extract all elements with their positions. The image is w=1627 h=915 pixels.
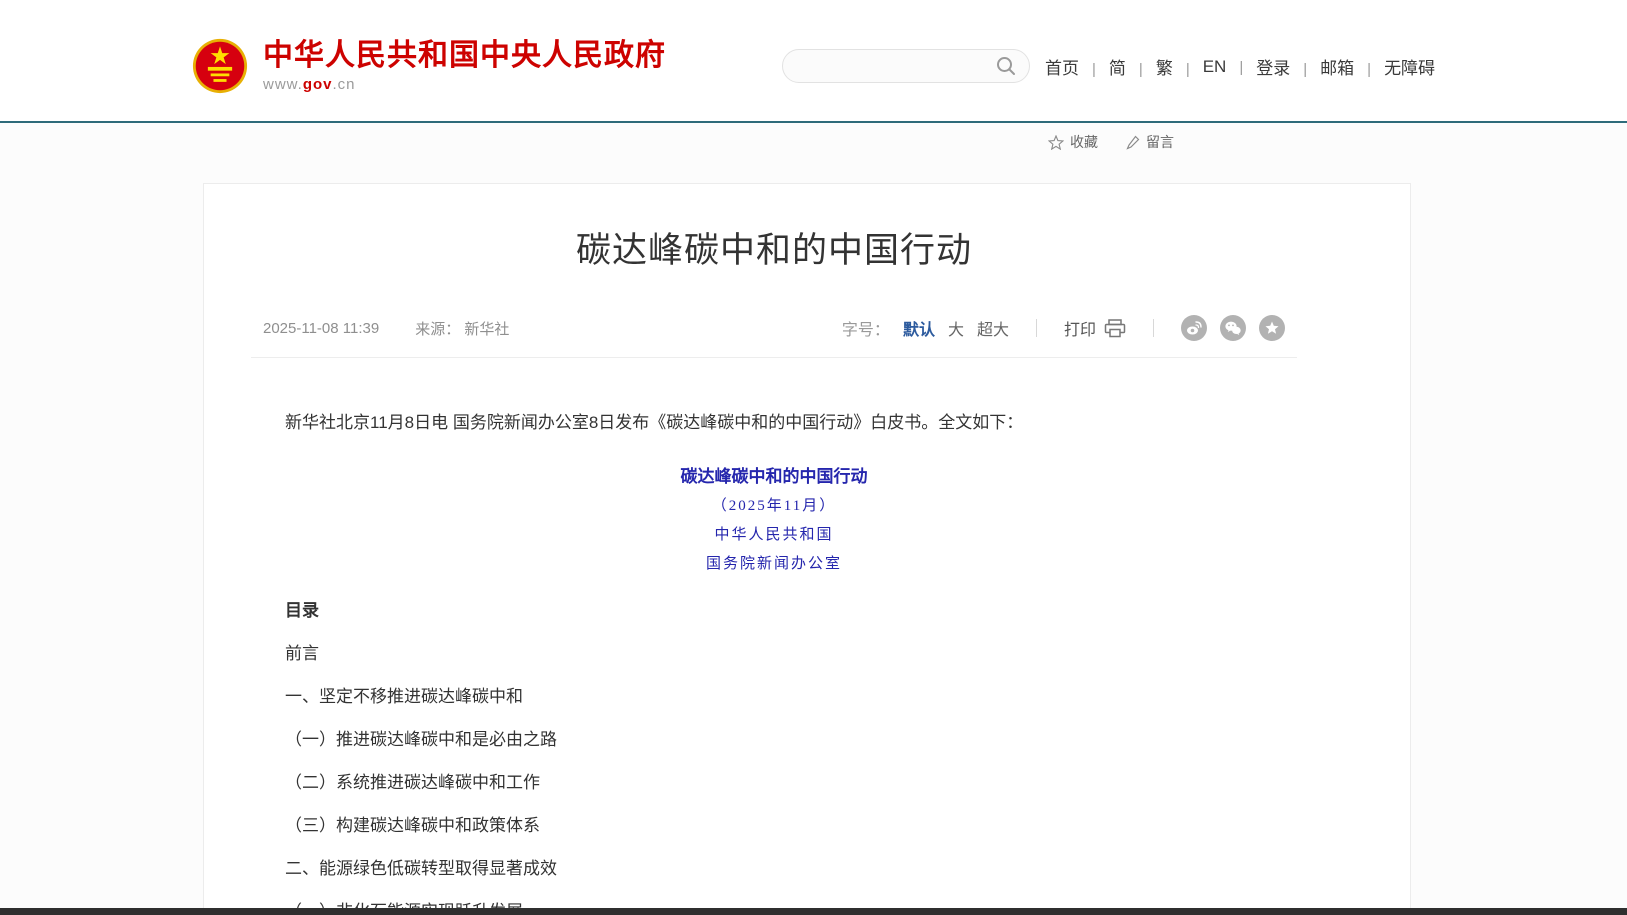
pencil-icon <box>1126 135 1140 150</box>
toc-item: 二、能源绿色低碳转型取得显著成效 <box>251 860 1297 877</box>
doc-date-line: （2025年11月） <box>251 499 1297 514</box>
fontsize-xlarge-button[interactable]: 超大 <box>977 316 1009 340</box>
message-button[interactable]: 留言 <box>1126 132 1174 152</box>
quickbar: 收藏 留言 <box>1048 132 1174 152</box>
nav-english[interactable]: EN <box>1203 57 1257 77</box>
national-emblem-icon <box>192 38 248 94</box>
source-value: 新华社 <box>464 321 509 338</box>
print-label: 打印 <box>1064 316 1096 340</box>
site-header: 中华人民共和国中央人民政府 www.gov.cn 首页 简 繁 EN 登录 邮箱… <box>0 0 1627 122</box>
wechat-share-icon[interactable] <box>1220 315 1246 341</box>
site-logo[interactable]: 中华人民共和国中央人民政府 www.gov.cn <box>192 38 666 94</box>
doc-org-line-1: 中华人民共和国 <box>251 528 1297 543</box>
print-button[interactable]: 打印 <box>1064 316 1126 340</box>
toc-item: 前言 <box>251 645 1297 662</box>
star-share-icon[interactable] <box>1259 315 1285 341</box>
viewport-bottom-edge <box>0 908 1627 915</box>
doc-title: 碳达峰碳中和的中国行动 <box>251 468 1297 485</box>
site-url-highlight: gov <box>303 76 333 93</box>
site-title: 中华人民共和国中央人民政府 <box>263 39 666 72</box>
nav-traditional[interactable]: 繁 <box>1156 54 1203 79</box>
message-label: 留言 <box>1146 132 1174 152</box>
article-meta-right: 字号： 默认 大 超大 打印 <box>842 315 1285 341</box>
search-box[interactable] <box>782 49 1030 83</box>
star-icon <box>1048 135 1064 150</box>
doc-org-line-2: 国务院新闻办公室 <box>251 557 1297 572</box>
search-icon[interactable] <box>995 55 1017 77</box>
nav-mail[interactable]: 邮箱 <box>1320 54 1384 79</box>
site-url-prefix: www. <box>263 76 303 93</box>
toc-item: （二）系统推进碳达峰碳中和工作 <box>251 774 1297 791</box>
article-card: 碳达峰碳中和的中国行动 2025-11-08 11:39 来源： 新华社 字号：… <box>203 183 1411 915</box>
printer-icon <box>1104 319 1126 338</box>
nav-login[interactable]: 登录 <box>1256 54 1320 79</box>
nav-accessibility[interactable]: 无障碍 <box>1384 54 1435 79</box>
source-label: 来源： <box>415 321 460 338</box>
article-body: 新华社北京11月8日电 国务院新闻办公室8日发布《碳达峰碳中和的中国行动》白皮书… <box>251 412 1297 915</box>
article-source: 来源： 新华社 <box>415 318 509 339</box>
top-nav: 首页 简 繁 EN 登录 邮箱 无障碍 <box>1045 54 1435 79</box>
weibo-share-icon[interactable] <box>1181 315 1207 341</box>
lead-paragraph: 新华社北京11月8日电 国务院新闻办公室8日发布《碳达峰碳中和的中国行动》白皮书… <box>251 412 1297 434</box>
toc-heading: 目录 <box>251 602 1297 619</box>
article-date: 2025-11-08 11:39 <box>263 320 379 337</box>
search-input[interactable] <box>799 58 995 74</box>
article-title: 碳达峰碳中和的中国行动 <box>251 222 1297 273</box>
article-meta-row: 2025-11-08 11:39 来源： 新华社 字号： 默认 大 超大 打印 <box>251 315 1297 358</box>
divider <box>1153 319 1154 337</box>
favorite-button[interactable]: 收藏 <box>1048 132 1098 152</box>
fontsize-large-button[interactable]: 大 <box>948 316 964 340</box>
nav-simplified[interactable]: 简 <box>1109 54 1156 79</box>
toc-item: （三）构建碳达峰碳中和政策体系 <box>251 817 1297 834</box>
favorite-label: 收藏 <box>1070 132 1098 152</box>
toc-item: （一）推进碳达峰碳中和是必由之路 <box>251 731 1297 748</box>
nav-home[interactable]: 首页 <box>1045 54 1109 79</box>
site-url: www.gov.cn <box>263 76 666 93</box>
site-url-suffix: .cn <box>333 76 356 93</box>
fontsize-label: 字号： <box>842 316 890 340</box>
divider <box>1036 319 1037 337</box>
toc-item: 一、坚定不移推进碳达峰碳中和 <box>251 688 1297 705</box>
article-meta-left: 2025-11-08 11:39 来源： 新华社 <box>263 318 509 339</box>
fontsize-default-button[interactable]: 默认 <box>903 316 935 340</box>
